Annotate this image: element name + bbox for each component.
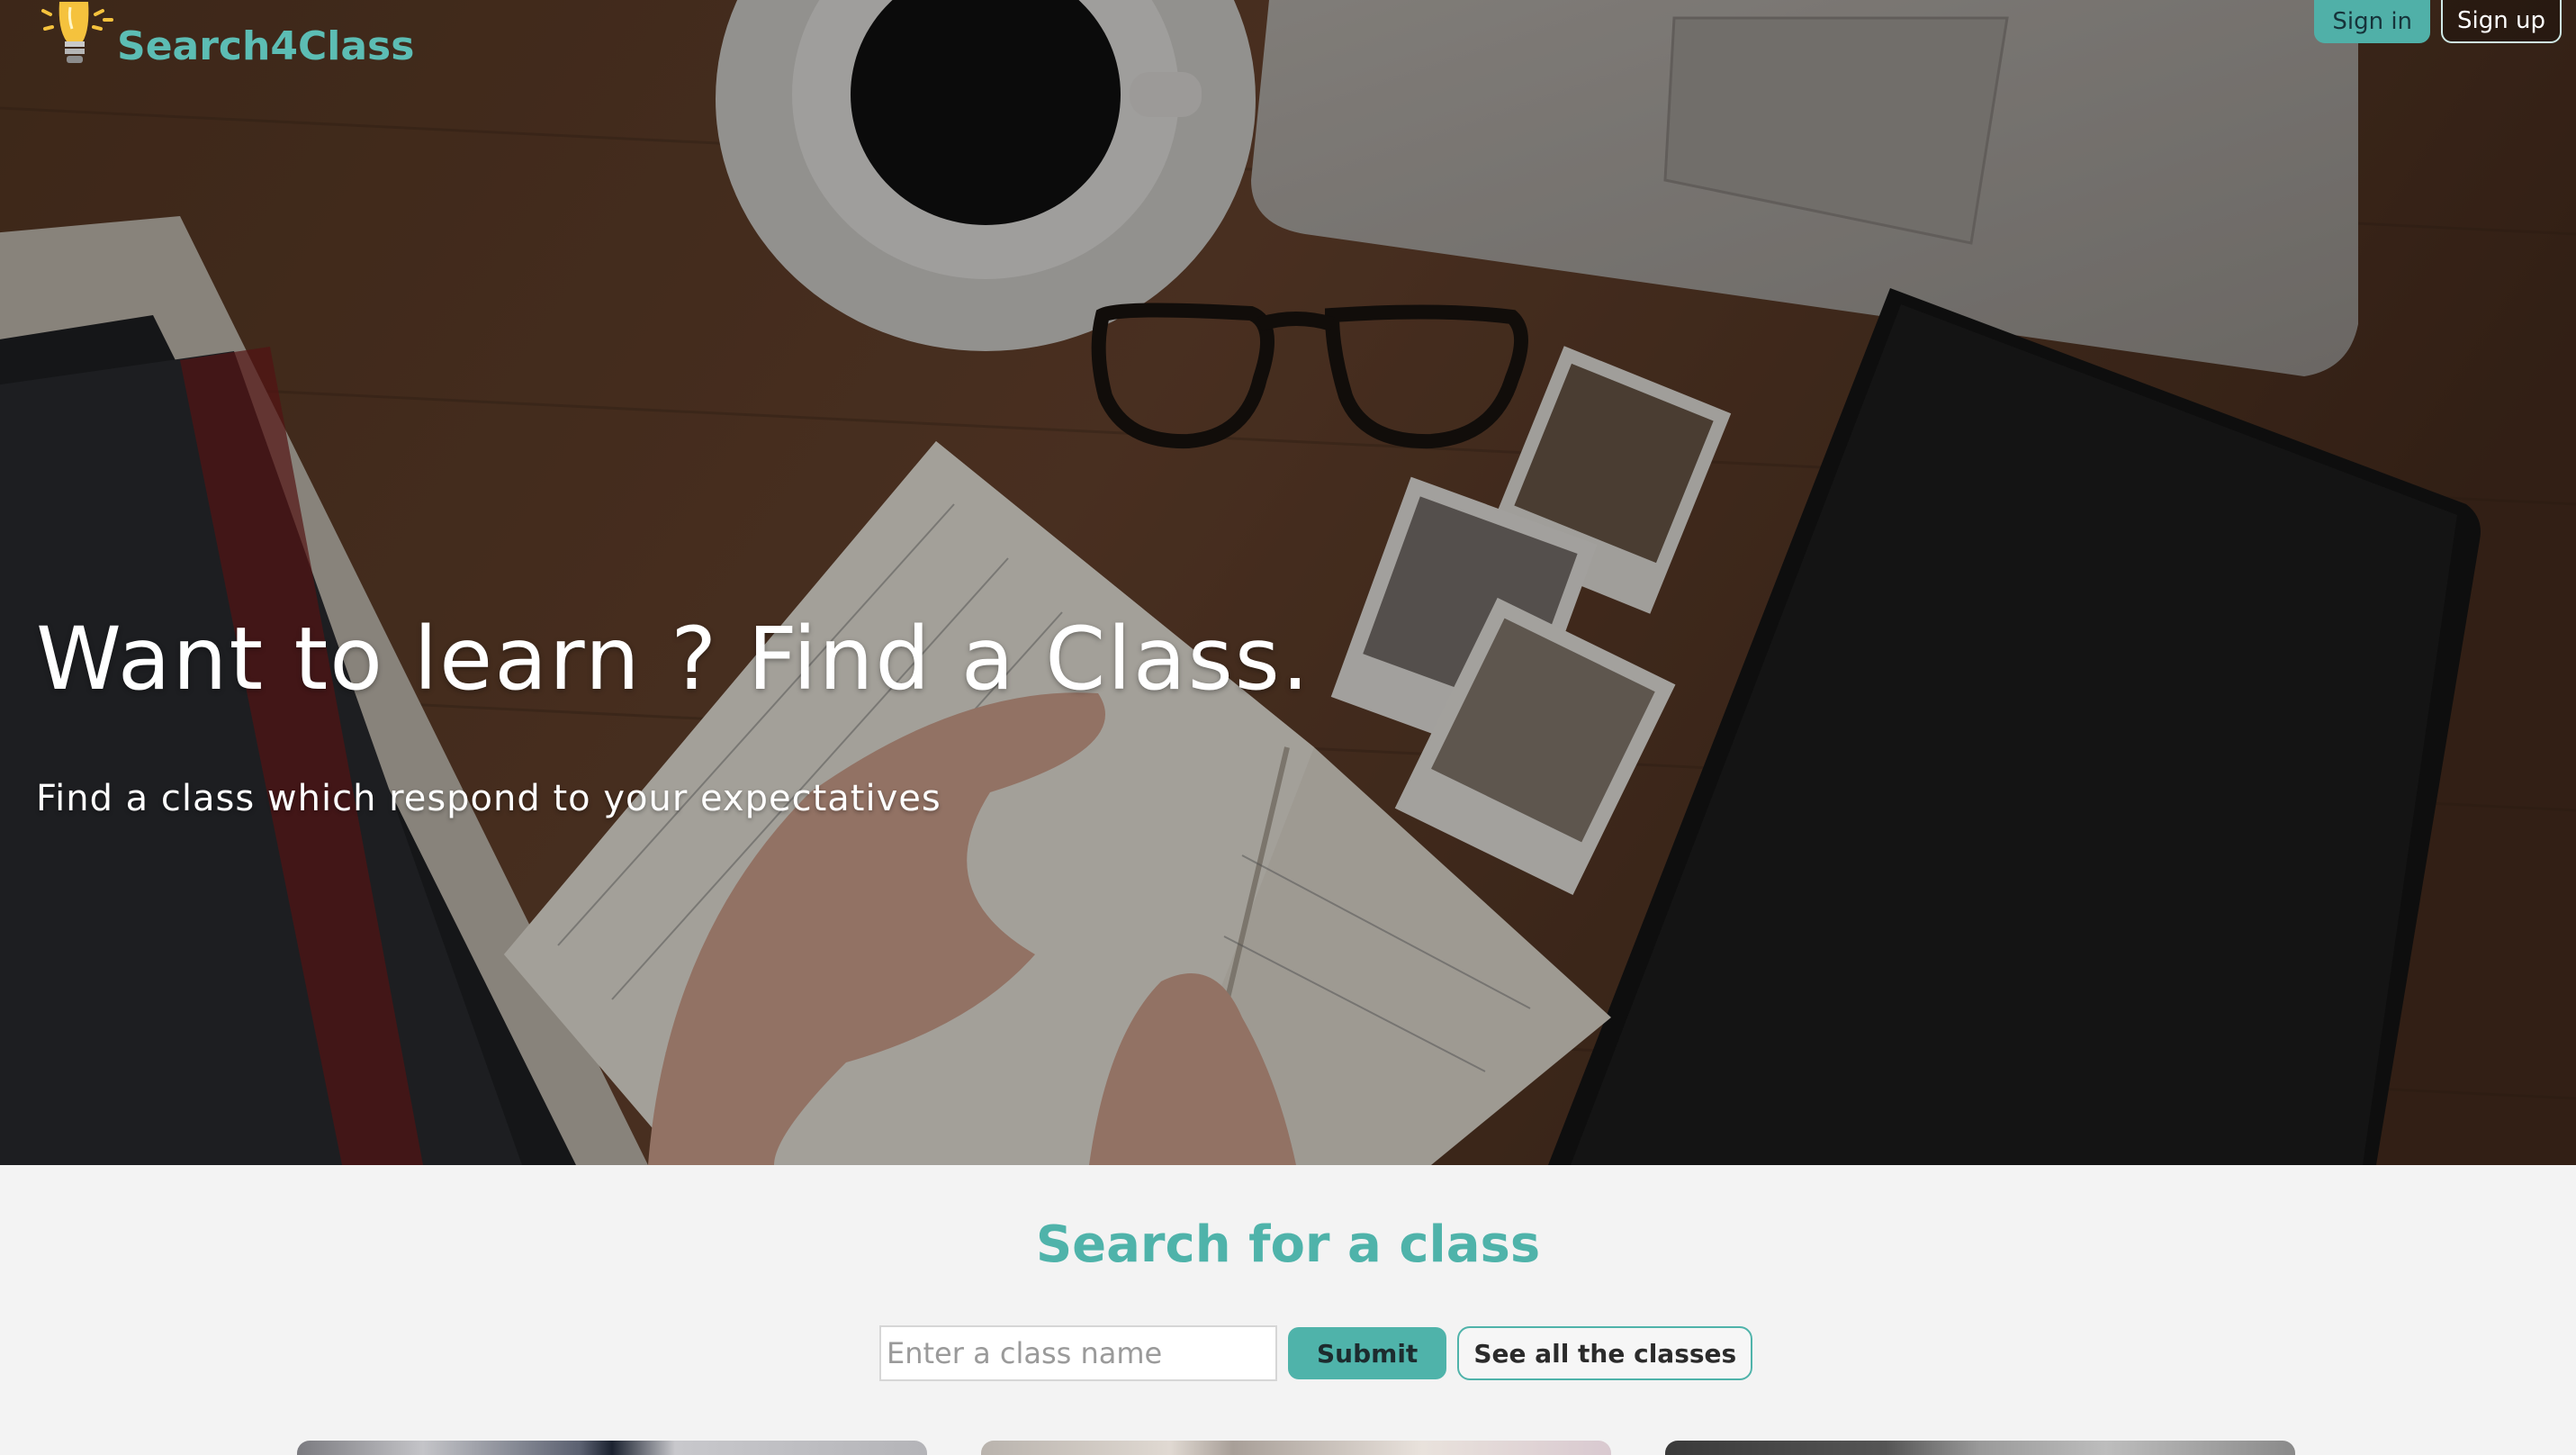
sign-in-button[interactable]: Sign in	[2314, 0, 2431, 43]
class-search-input[interactable]	[879, 1325, 1277, 1381]
class-card[interactable]	[1665, 1441, 2295, 1455]
see-all-classes-button[interactable]: See all the classes	[1457, 1326, 1753, 1380]
hero-banner: Search4Class Sign in Sign up Want to lea…	[0, 0, 2576, 1165]
hero-dark-overlay	[0, 0, 2576, 1165]
site-logo[interactable]: Search4Class	[36, 0, 414, 72]
class-card[interactable]	[297, 1441, 927, 1455]
class-card[interactable]	[981, 1441, 1611, 1455]
logo-text: Search4Class	[117, 23, 415, 69]
search-form: Submit See all the classes	[879, 1325, 1753, 1381]
hero-subtitle: Find a class which respond to your expec…	[36, 778, 941, 819]
submit-button[interactable]: Submit	[1288, 1327, 1447, 1379]
sign-up-button[interactable]: Sign up	[2441, 0, 2562, 43]
search-title: Search for a class	[1035, 1216, 1541, 1274]
lightbulb-icon	[36, 2, 119, 70]
hero-title: Want to learn ? Find a Class.	[36, 609, 1311, 709]
search-section: Search for a class Submit See all the cl…	[0, 1165, 2576, 1455]
auth-buttons: Sign in Sign up	[2314, 0, 2562, 43]
